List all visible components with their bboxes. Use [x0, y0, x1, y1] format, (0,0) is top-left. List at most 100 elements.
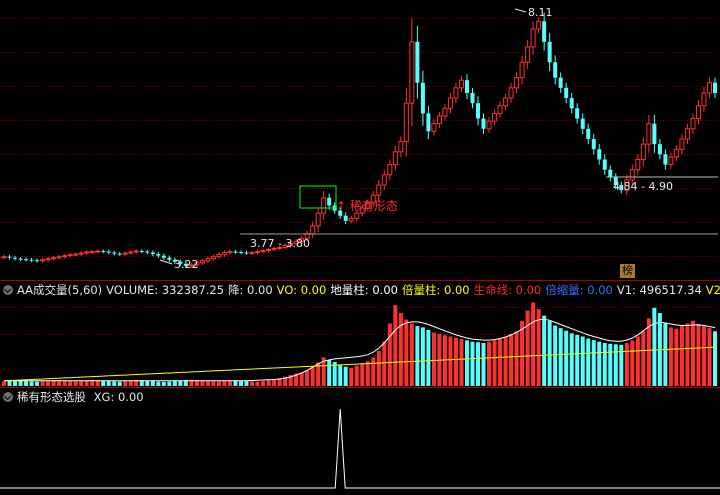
candle-body[interactable] [1, 256, 7, 259]
volume-bar[interactable] [145, 380, 150, 386]
volume-bar[interactable] [652, 307, 657, 386]
volume-bar[interactable] [492, 340, 497, 386]
volume-bar[interactable] [327, 359, 332, 386]
volume-bar[interactable] [123, 381, 128, 386]
candle-body[interactable] [492, 112, 498, 122]
volume-bar[interactable] [525, 310, 530, 386]
candle-body[interactable] [481, 118, 486, 129]
volume-bar[interactable] [365, 361, 370, 386]
volume-bar[interactable] [531, 302, 536, 386]
candle-body[interactable] [464, 80, 469, 93]
volume-bar[interactable] [305, 370, 310, 386]
candle-body[interactable] [591, 139, 596, 150]
candle-body[interactable] [216, 254, 222, 258]
volume-bar[interactable] [580, 336, 585, 386]
volume-bar[interactable] [35, 381, 40, 386]
volume-bar[interactable] [415, 326, 420, 386]
volume-bar[interactable] [178, 380, 183, 386]
volume-bar[interactable] [216, 381, 221, 386]
volume-bar[interactable] [635, 336, 640, 386]
volume-bar[interactable] [426, 329, 431, 386]
candle-body[interactable] [547, 41, 552, 63]
volume-bar[interactable] [613, 344, 618, 386]
candle-body[interactable] [45, 258, 51, 261]
candle-body[interactable] [470, 92, 475, 104]
candle-body[interactable] [415, 41, 420, 83]
volume-bar[interactable] [503, 336, 508, 386]
volume-bar[interactable] [376, 350, 381, 386]
volume-bar[interactable] [68, 381, 73, 386]
candle-body[interactable] [657, 144, 662, 155]
rank-badge[interactable]: 榜 [620, 264, 635, 278]
volume-bar[interactable] [591, 340, 596, 386]
candle-body[interactable] [695, 105, 701, 120]
signal-indicator-name[interactable]: 稀有形态选股 [17, 390, 86, 404]
candle-body[interactable] [497, 105, 503, 114]
candle-body[interactable] [381, 174, 387, 186]
volume-bar[interactable] [338, 365, 343, 386]
volume-bar[interactable] [371, 357, 376, 386]
candle-body[interactable] [542, 21, 547, 42]
candle-body[interactable] [29, 259, 34, 261]
candle-body[interactable] [453, 87, 459, 99]
volume-bar[interactable] [239, 380, 243, 386]
candle-body[interactable] [106, 251, 111, 253]
candle-body[interactable] [133, 250, 139, 253]
volume-bar[interactable] [117, 381, 122, 386]
volume-bar[interactable] [244, 381, 249, 386]
volume-bar[interactable] [674, 328, 679, 386]
volume-bar[interactable] [150, 381, 155, 386]
candle-body[interactable] [348, 217, 354, 222]
volume-bar[interactable] [696, 323, 701, 386]
volume-bars[interactable] [2, 302, 717, 386]
candle-body[interactable] [569, 98, 574, 109]
candle-body[interactable] [564, 87, 569, 99]
volume-bar[interactable] [393, 305, 398, 386]
candle-body[interactable] [442, 107, 448, 117]
candle-body[interactable] [476, 103, 480, 119]
volume-bar[interactable] [668, 327, 673, 386]
volume-bar[interactable] [442, 335, 447, 386]
volume-bar[interactable] [464, 340, 469, 386]
candle-body[interactable] [89, 251, 95, 254]
volume-bar[interactable] [641, 331, 646, 386]
volume-bar[interactable] [29, 381, 34, 386]
volume-bar[interactable] [685, 323, 690, 386]
candle-body[interactable] [701, 92, 707, 107]
candle-body[interactable] [652, 123, 657, 145]
volume-bar[interactable] [250, 381, 255, 386]
volume-bar[interactable] [62, 380, 67, 386]
volume-bar[interactable] [24, 380, 29, 386]
candle-body[interactable] [690, 118, 696, 130]
candle-body[interactable] [420, 82, 425, 114]
volume-bar[interactable] [459, 339, 464, 386]
candle-body[interactable] [239, 252, 243, 254]
candle-body[interactable] [514, 77, 520, 89]
candle-body[interactable] [706, 82, 712, 94]
volume-bar[interactable] [514, 331, 519, 386]
candle-body[interactable] [575, 108, 580, 119]
volume-bar[interactable] [558, 328, 563, 386]
candle-body[interactable] [640, 143, 646, 160]
volume-bar[interactable] [520, 320, 525, 386]
volume-bar[interactable] [349, 367, 354, 386]
candle-body[interactable] [112, 252, 117, 254]
candle-body[interactable] [519, 61, 525, 79]
candle-body[interactable] [508, 87, 514, 99]
volume-bar[interactable] [713, 331, 717, 386]
volume-bar[interactable] [701, 326, 706, 386]
candle-body[interactable] [150, 252, 155, 255]
candle-body[interactable] [673, 148, 679, 158]
candle-body[interactable] [260, 250, 266, 253]
volume-bar[interactable] [261, 381, 266, 386]
candle-body[interactable] [486, 120, 492, 130]
volume-bar[interactable] [172, 381, 177, 386]
candle-body[interactable] [530, 28, 536, 48]
volume-bar[interactable] [602, 343, 607, 386]
candle-body[interactable] [233, 251, 238, 253]
panel-menu-icon[interactable] [3, 392, 13, 402]
candle-body[interactable] [376, 184, 382, 196]
volume-bar[interactable] [2, 381, 6, 386]
candle-body[interactable] [713, 82, 717, 93]
candle-body[interactable] [40, 259, 46, 262]
